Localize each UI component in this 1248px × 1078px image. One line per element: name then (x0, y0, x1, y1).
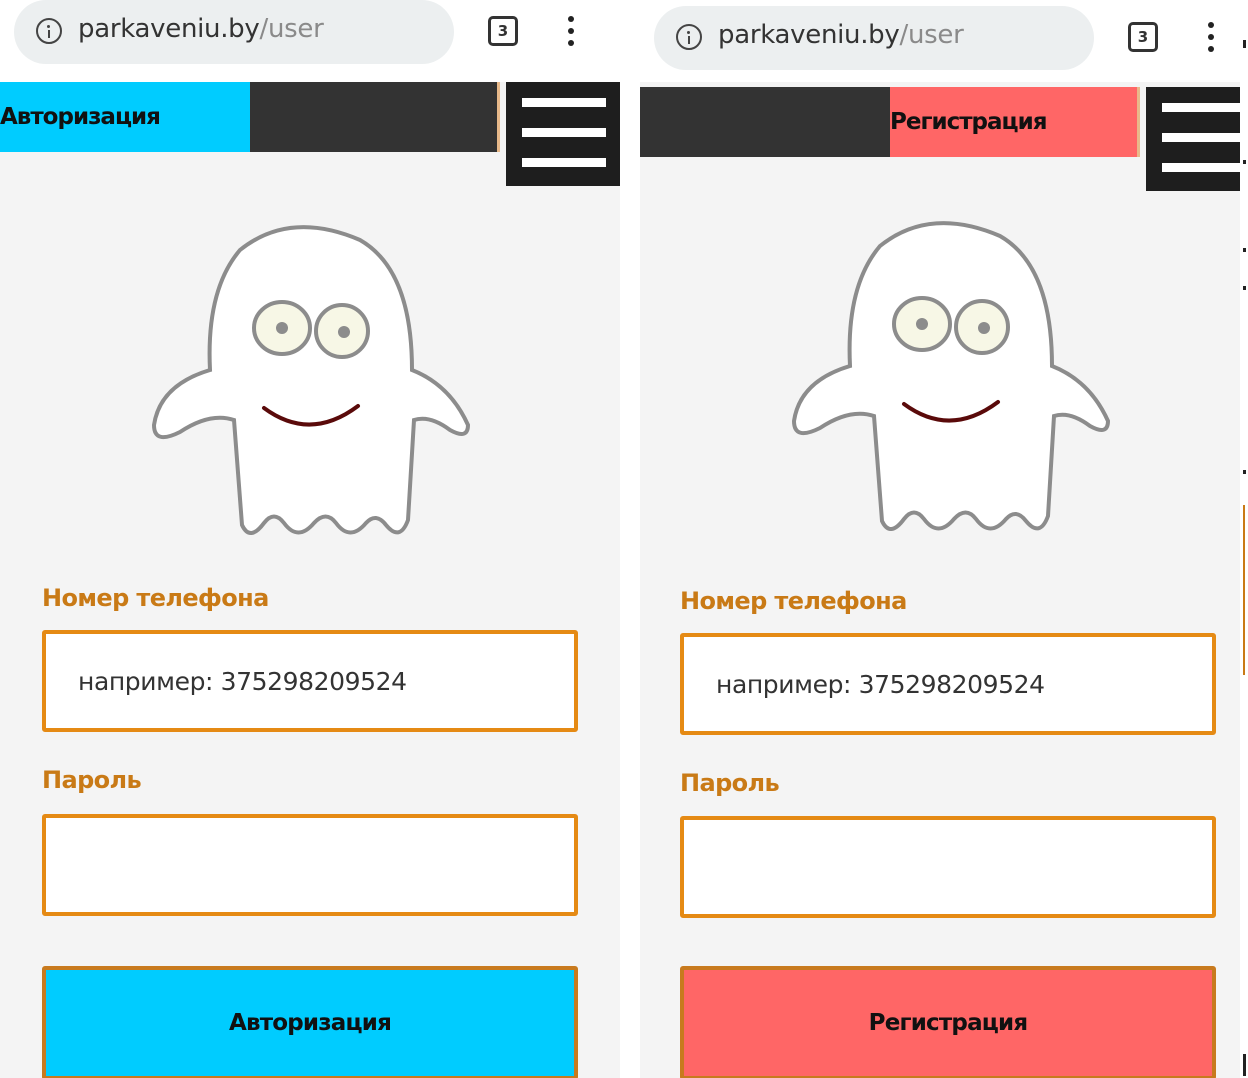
url-text[interactable]: parkaveniu.by/user (718, 20, 964, 50)
tab-register[interactable]: Регистрация (890, 87, 1140, 157)
hamburger-icon[interactable] (506, 82, 620, 186)
ghost-mascot (791, 221, 1110, 531)
tabs-count-icon[interactable]: 3 (488, 16, 518, 46)
password-input[interactable] (680, 816, 1216, 918)
tab-register[interactable] (250, 82, 500, 152)
address-bar[interactable]: parkaveniu.by/user (14, 0, 454, 64)
kebab-menu-icon[interactable] (1206, 20, 1216, 56)
phone-input[interactable] (680, 633, 1216, 735)
register-screen: parkaveniu.by/user 3 Регистрация Номер т… (640, 0, 1248, 1078)
phone-label: Номер телефона (42, 584, 269, 612)
address-bar[interactable]: parkaveniu.by/user (654, 6, 1094, 70)
url-path: /user (259, 14, 324, 44)
tab-login[interactable]: Авторизация (0, 82, 250, 152)
info-icon[interactable] (676, 24, 702, 50)
edge-artifact (1240, 0, 1248, 1078)
url-domain: parkaveniu.by (78, 14, 260, 44)
password-label: Пароль (680, 769, 780, 797)
phone-label: Номер телефона (680, 587, 907, 615)
register-button[interactable]: Регистрация (680, 966, 1216, 1078)
hamburger-icon[interactable] (1146, 87, 1248, 191)
ghost-mascot (151, 225, 470, 535)
login-button[interactable]: Авторизация (42, 966, 578, 1078)
phone-input[interactable] (42, 630, 578, 732)
url-path: /user (899, 20, 964, 50)
kebab-menu-icon[interactable] (566, 14, 576, 50)
browser-toolbar: parkaveniu.by/user 3 (640, 0, 1248, 82)
url-domain: parkaveniu.by (718, 20, 900, 50)
browser-toolbar: parkaveniu.by/user 3 (0, 0, 620, 82)
password-label: Пароль (42, 766, 142, 794)
info-icon[interactable] (36, 18, 62, 44)
tabs-count-icon[interactable]: 3 (1128, 22, 1158, 52)
url-text[interactable]: parkaveniu.by/user (78, 14, 324, 44)
password-input[interactable] (42, 814, 578, 916)
login-screen: parkaveniu.by/user 3 Авторизация Номер т… (0, 0, 620, 1078)
tab-login[interactable] (640, 87, 890, 157)
